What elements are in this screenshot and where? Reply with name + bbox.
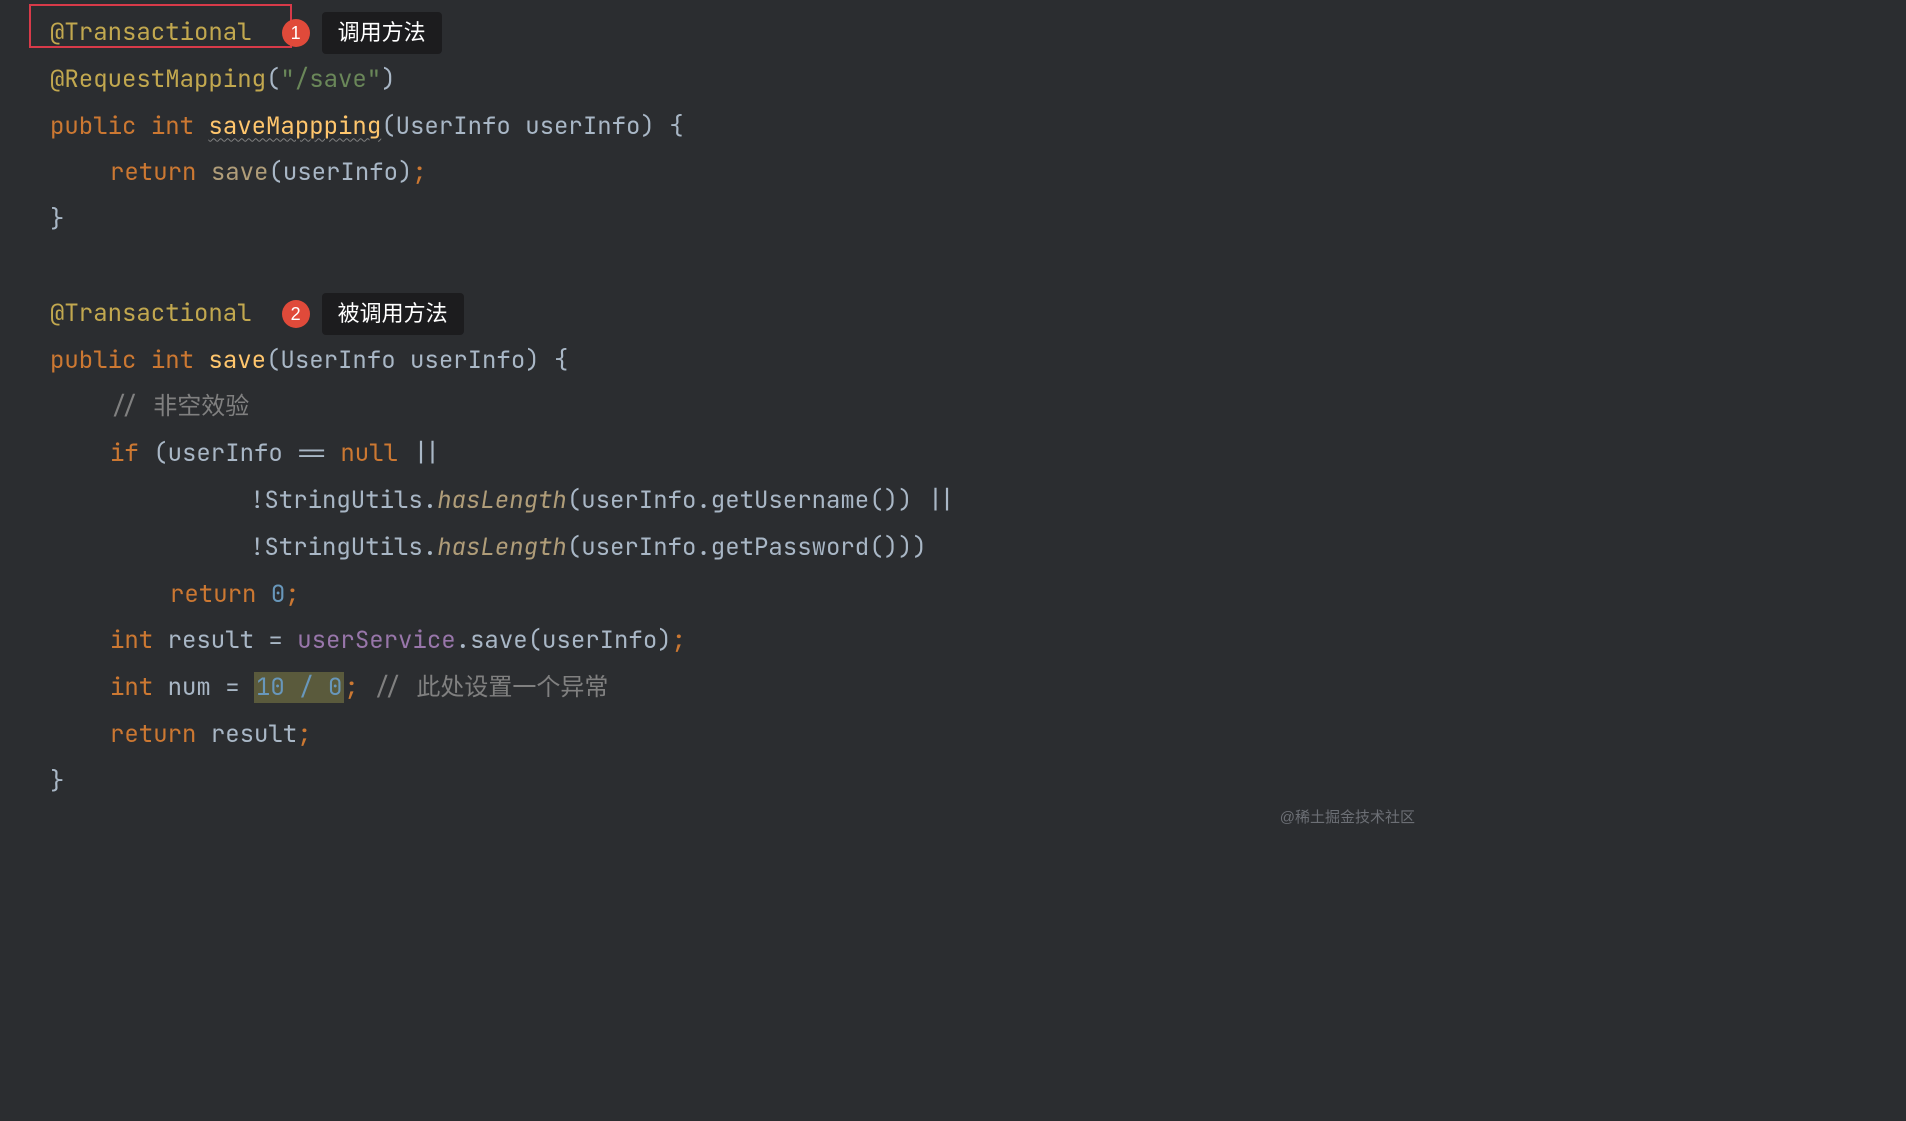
badge-1-label: 调用方法 — [322, 12, 442, 54]
code-line-1: @Transactional 1 调用方法 — [50, 10, 1429, 57]
code-line-12: return 0; — [50, 572, 1429, 619]
badge-1-number: 1 — [282, 19, 310, 47]
method-save: save — [208, 345, 266, 376]
annotation-transactional-2: @Transactional — [50, 298, 252, 329]
code-line-6: @Transactional 2 被调用方法 — [50, 291, 1429, 338]
code-line-15: return result; — [50, 712, 1429, 759]
comment-validate: // 非空效验 — [110, 391, 249, 422]
code-line-9: if (userInfo == null || — [50, 431, 1429, 478]
code-line-14: int num = 10 / 0; // 此处设置一个异常 — [50, 665, 1429, 712]
method-savemapping: saveMappping — [208, 111, 381, 142]
watermark: @稀土掘金技术社区 — [1280, 803, 1415, 832]
code-line-13: int result = userService.save(userInfo); — [50, 618, 1429, 665]
code-line-5: } — [50, 197, 1429, 244]
badge-2-label: 被调用方法 — [322, 293, 464, 335]
code-line-11: !StringUtils.hasLength(userInfo.getPassw… — [50, 525, 1429, 572]
code-line-4: return save(userInfo); — [50, 150, 1429, 197]
string-path: "/save" — [280, 64, 381, 95]
blank-line — [50, 244, 1429, 291]
code-line-3: public int saveMappping(UserInfo userInf… — [50, 104, 1429, 151]
annotation-transactional: @Transactional — [50, 17, 252, 48]
code-line-8: // 非空效验 — [50, 384, 1429, 431]
comment-exception: // 此处设置一个异常 — [373, 672, 608, 703]
annotation-requestmapping: @RequestMapping — [50, 64, 266, 95]
badge-2-number: 2 — [282, 300, 310, 328]
code-line-16: } — [50, 759, 1429, 806]
code-line-10: !StringUtils.hasLength(userInfo.getUsern… — [50, 478, 1429, 525]
code-line-2: @RequestMapping("/save") — [50, 57, 1429, 104]
code-line-7: public int save(UserInfo userInfo) { — [50, 338, 1429, 385]
highlight-division: 10 / 0 — [254, 672, 344, 703]
field-userservice: userService — [297, 625, 455, 656]
